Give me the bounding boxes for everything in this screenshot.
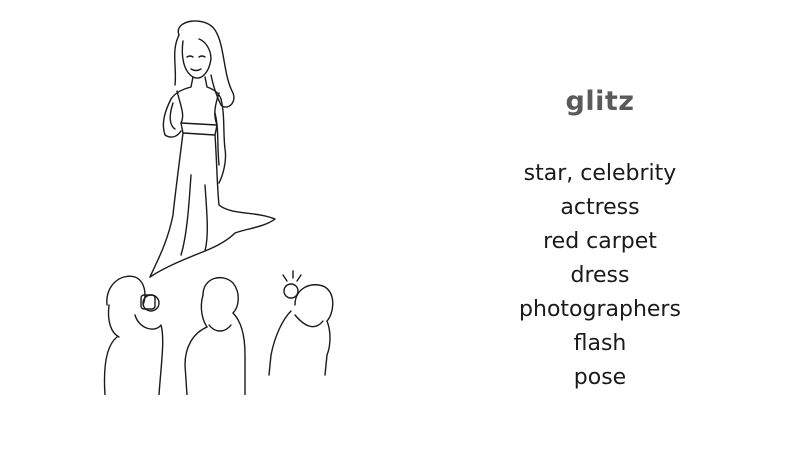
actress-dress — [149, 132, 184, 278]
word-item: star, celebrity — [523, 161, 677, 186]
photographer-center — [202, 276, 239, 314]
word-item: pose — [573, 365, 627, 390]
word-item: dress — [570, 263, 630, 288]
word-item: photographers — [519, 297, 681, 322]
slide-title: glitz — [565, 86, 635, 117]
word-item: actress — [560, 195, 640, 220]
photographer-left — [106, 275, 146, 306]
actress-hair — [177, 20, 235, 108]
photographer-right — [294, 284, 334, 322]
celebrity-drawing-icon — [103, 20, 334, 395]
word-list: star, celebrity actress red carpet dress… — [480, 157, 720, 395]
actress-face — [181, 38, 212, 79]
word-item: red carpet — [543, 229, 657, 254]
celebrity-photographers-illustration — [95, 15, 355, 395]
word-item: flash — [573, 331, 627, 356]
actress-top — [176, 90, 220, 126]
